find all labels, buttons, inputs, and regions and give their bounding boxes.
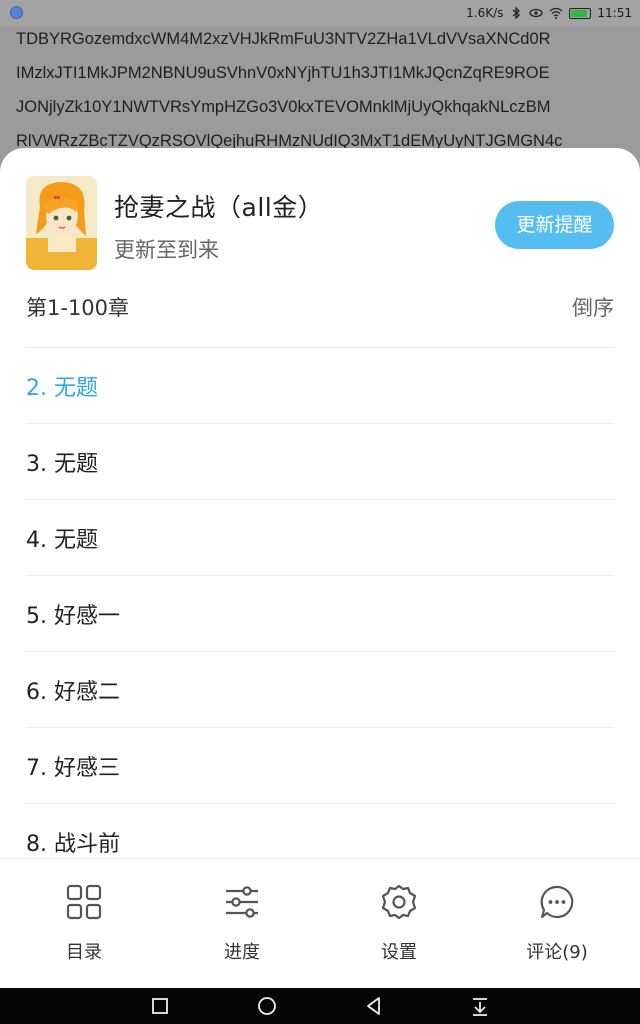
chapter-title: 2. 无题: [26, 376, 98, 401]
bluetooth-icon: [512, 7, 521, 19]
chapter-range-row: 第1-100章 倒序: [26, 278, 614, 348]
system-nav-bar: [0, 988, 640, 1024]
chapter-title: 4. 无题: [26, 528, 98, 553]
tab-settings[interactable]: 设置: [319, 859, 479, 989]
book-cover-image[interactable]: [26, 176, 97, 270]
background-text-line: TDBYRGozemdxcWM4M2xzVHJkRmFuU3NTV2ZHa1VL…: [16, 30, 551, 48]
app-notification-icon: [10, 6, 23, 19]
book-update-status: 更新至到来: [114, 238, 219, 262]
gear-icon: [381, 884, 417, 920]
status-bar: 1.6K/s 11:51: [0, 0, 640, 26]
wifi-icon: [549, 7, 563, 19]
chapter-item[interactable]: 4. 无题: [26, 500, 614, 576]
battery-icon: [569, 7, 592, 19]
chapter-title: 7. 好感三: [26, 756, 120, 781]
network-speed: 1.6K/s: [466, 6, 504, 20]
tab-progress[interactable]: 进度: [162, 859, 322, 989]
background-text-line: IMzlxJTI1MkJPM2NBNU9uSVhnV0xNYjhTU1h3JTI…: [16, 64, 550, 82]
eye-comfort-icon: [529, 8, 544, 18]
background-reader-text: TDBYRGozemdxcWM4M2xzVHJkRmFuU3NTV2ZHa1VL…: [16, 26, 616, 162]
update-reminder-button[interactable]: 更新提醒: [495, 201, 614, 249]
tab-label: 设置: [381, 942, 417, 963]
chapter-item[interactable]: 5. 好感一: [26, 576, 614, 652]
chapter-item[interactable]: 6. 好感二: [26, 652, 614, 728]
tab-comments[interactable]: 评论(9): [477, 859, 637, 989]
chapter-item-current[interactable]: 2. 无题: [26, 348, 614, 424]
chapter-item[interactable]: 3. 无题: [26, 424, 614, 500]
tab-label: 评论(9): [526, 942, 588, 963]
sliders-icon: [226, 886, 258, 918]
tab-label: 目录: [66, 942, 102, 963]
chapter-title: 5. 好感一: [26, 604, 120, 629]
background-text-line: JONjlyZk10Y1NWTVRsYmpHZGo3V0kxTEVOMnklMj…: [16, 98, 551, 116]
recents-square-icon[interactable]: [148, 994, 172, 1018]
back-triangle-icon[interactable]: [362, 994, 386, 1018]
comment-icon: [540, 885, 574, 919]
chapter-list: 2. 无题 3. 无题 4. 无题 5. 好感一 6. 好感二 7. 好感三 8…: [26, 348, 614, 880]
chapter-item[interactable]: 7. 好感三: [26, 728, 614, 804]
chapter-title: 8. 战斗前: [26, 832, 120, 857]
chapter-title: 3. 无题: [26, 452, 98, 477]
reader-menu-bar: 目录 进度 设置 评论(9): [0, 858, 640, 989]
tab-label: 进度: [224, 942, 260, 963]
grid-icon: [66, 884, 102, 920]
chapter-title: 6. 好感二: [26, 680, 120, 705]
clock: 11:51: [597, 6, 632, 20]
chapter-range-selector[interactable]: 第1-100章: [26, 292, 129, 322]
home-circle-icon[interactable]: [255, 994, 279, 1018]
book-title: 抢妻之战（all金）: [114, 193, 324, 222]
status-indicators: 1.6K/s 11:51: [466, 5, 632, 21]
notification-pull-icon[interactable]: [468, 994, 492, 1018]
book-header: 抢妻之战（all金） 更新至到来 更新提醒: [26, 176, 614, 272]
reverse-order-toggle[interactable]: 倒序: [572, 292, 614, 322]
tab-catalog[interactable]: 目录: [4, 859, 164, 989]
